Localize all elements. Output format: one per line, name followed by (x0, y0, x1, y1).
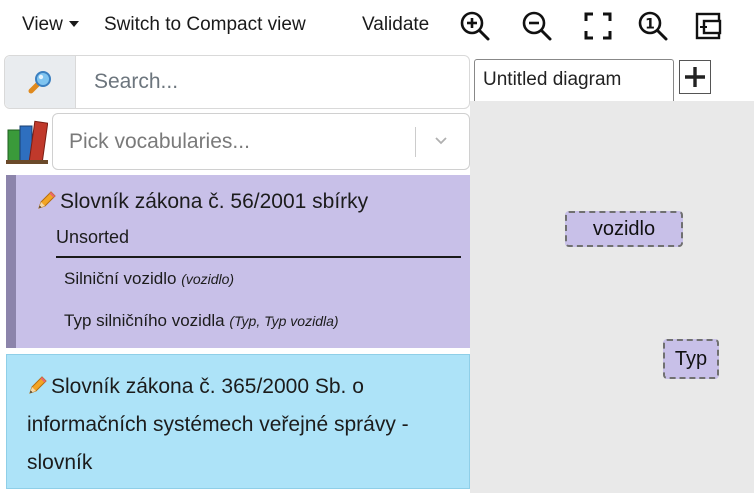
plus-icon (685, 67, 705, 87)
caret-down-icon (68, 21, 79, 27)
vocabulary-title-text: Slovník zákona č. 56/2001 sbírky (60, 190, 369, 213)
diagram-node-typ[interactable]: Typ (663, 339, 719, 379)
chevron-down-icon[interactable] (433, 132, 449, 148)
diagram-node-vozidlo[interactable]: vozidlo (565, 211, 683, 247)
pencil-icon (36, 189, 58, 211)
vocabulary-card[interactable]: Slovník zákona č. 365/2000 Sb. o informa… (6, 354, 470, 489)
vocabulary-title-text: Slovník zákona č. 365/2000 Sb. o informa… (27, 375, 409, 474)
picker-separator (415, 127, 416, 157)
tab-untitled-diagram[interactable]: Untitled diagram (474, 59, 674, 101)
term-group-heading: Unsorted (56, 227, 130, 247)
zoom-reset-digit: 1 (645, 17, 655, 33)
vocabulary-picker[interactable]: Pick vocabularies... (52, 113, 470, 170)
search-input[interactable] (76, 56, 469, 108)
switch-compact-view-button[interactable]: Switch to Compact view (104, 14, 306, 36)
term-item[interactable]: Silniční vozidlo (vozidlo) (64, 269, 234, 289)
books-icon (6, 120, 49, 164)
zoom-in-icon[interactable] (459, 10, 491, 42)
search-box (4, 55, 470, 109)
term-label: Silniční vozidlo (64, 269, 177, 288)
toolbar: View Switch to Compact view Validate 1 (0, 0, 754, 54)
add-diagram-button[interactable] (679, 60, 711, 94)
term-alt-labels: (Typ, Typ vozidla) (229, 313, 339, 329)
term-item[interactable]: Typ silničního vozidla (Typ, Typ vozidla… (64, 311, 339, 331)
fit-screen-icon[interactable] (582, 10, 614, 42)
vocabulary-picker-placeholder: Pick vocabularies... (69, 130, 250, 153)
diagram-canvas[interactable]: vozidlo Typ (470, 101, 754, 493)
zoom-reset-icon[interactable]: 1 (637, 10, 669, 42)
validate-button[interactable]: Validate (362, 14, 429, 36)
pencil-icon (27, 371, 49, 394)
view-menu-button[interactable]: View (22, 14, 79, 36)
term-alt-labels: (vozidlo) (181, 271, 235, 287)
divider (56, 256, 461, 258)
zoom-out-icon[interactable] (521, 10, 553, 42)
search-icon (5, 56, 76, 108)
center-view-icon[interactable] (693, 10, 725, 42)
term-label: Typ silničního vozidla (64, 311, 225, 330)
view-menu-label: View (22, 14, 63, 35)
vocabulary-card[interactable]: Slovník zákona č. 56/2001 sbírky Unsorte… (6, 175, 470, 348)
vocabulary-title: Slovník zákona č. 365/2000 Sb. o informa… (27, 368, 447, 482)
vocabulary-title: Slovník zákona č. 56/2001 sbírky (36, 187, 476, 217)
